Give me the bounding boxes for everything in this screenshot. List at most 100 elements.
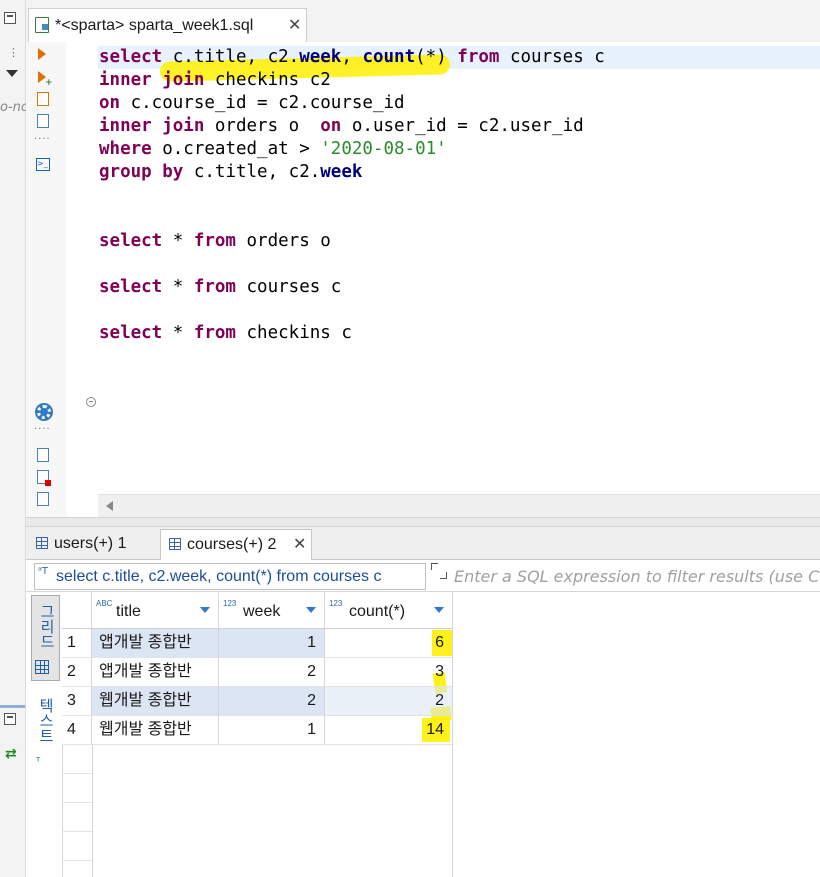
code-token: on xyxy=(320,116,342,136)
code-line[interactable]: inner join orders o on o.user_id = c2.us… xyxy=(99,115,584,138)
code-token: inner join xyxy=(99,70,205,90)
editor-results-splitter[interactable] xyxy=(26,517,820,527)
code-line[interactable]: group by c.title, c2.week xyxy=(99,161,362,184)
grid-line xyxy=(62,831,92,832)
execute-script-icon[interactable] xyxy=(37,92,49,106)
filter-expression-input[interactable] xyxy=(454,563,820,590)
sort-filter-icon[interactable] xyxy=(306,607,316,613)
grid-line xyxy=(92,745,93,877)
code-line[interactable]: select * from courses c xyxy=(99,276,341,299)
code-token: group by xyxy=(99,162,184,182)
cell-title[interactable]: 웹개발 종합반 xyxy=(92,716,219,745)
tab-courses-results[interactable]: courses(+) 2 ✕ xyxy=(160,529,312,560)
cell-title[interactable]: 앱개발 종합반 xyxy=(92,658,219,687)
cell-week[interactable]: 1 xyxy=(219,629,325,658)
sql-file-icon xyxy=(35,17,49,33)
column-header-title[interactable]: ABC title xyxy=(92,592,219,629)
text-view-icon: ᵀ xyxy=(36,755,41,768)
grid-line xyxy=(452,592,453,877)
grid-line xyxy=(62,860,92,861)
cell-week[interactable]: 2 xyxy=(219,658,325,687)
code-token: courses c xyxy=(499,47,605,67)
code-token: select xyxy=(99,47,173,67)
row-number[interactable]: 2 xyxy=(62,658,92,687)
code-token: checkins c2 xyxy=(204,70,331,90)
code-line[interactable]: select c.title, c2.week, count(*) from c… xyxy=(99,46,605,69)
clipped-left-text: o-nc xyxy=(0,100,29,115)
column-name: title xyxy=(116,603,141,620)
column-header-count[interactable]: 123 count(*) xyxy=(325,592,453,629)
code-line[interactable]: on c.course_id = c2.course_id xyxy=(99,92,405,115)
code-line[interactable]: select * from orders o xyxy=(99,230,331,253)
terminal-icon[interactable]: >_ xyxy=(36,158,50,171)
import-icon[interactable] xyxy=(37,470,51,486)
execute-statement-new-tab-icon[interactable]: + xyxy=(37,70,53,88)
code-token: select xyxy=(99,231,163,251)
cell-title[interactable]: 앱개발 종합반 xyxy=(92,629,219,658)
panel-menu-dots-icon[interactable]: ⋮ xyxy=(8,46,19,59)
scroll-left-icon[interactable] xyxy=(106,501,113,511)
cell-count[interactable]: 2 xyxy=(325,687,453,716)
cell-count[interactable]: 14 xyxy=(325,716,453,745)
row-number[interactable]: 1 xyxy=(62,629,92,658)
execute-statement-icon[interactable] xyxy=(38,48,46,60)
editor-tab-sparta-week1[interactable]: *<sparta> sparta_week1.sql ✕ xyxy=(28,8,307,42)
table-grid-icon xyxy=(169,538,181,550)
grid-view-icon xyxy=(35,660,49,674)
code-token: inner join xyxy=(99,116,205,136)
format-sql-icon[interactable] xyxy=(37,492,49,506)
sync-arrows-icon[interactable]: ⇄ xyxy=(5,746,17,762)
column-header-week[interactable]: 123 week xyxy=(219,592,325,629)
fold-collapse-icon[interactable] xyxy=(86,397,96,407)
restore-panel-icon-lower[interactable] xyxy=(4,713,16,725)
code-token: select xyxy=(99,277,163,297)
code-token: c.title, c2. xyxy=(183,162,321,182)
code-line[interactable]: inner join checkins c2 xyxy=(99,69,331,92)
active-query-text: select c.title, c2.week, count(*) from c… xyxy=(56,568,382,585)
text-view-label: 텍스트 xyxy=(37,698,55,743)
grid-line xyxy=(62,802,92,803)
cell-week[interactable]: 1 xyxy=(219,716,325,745)
tab-label: users(+) 1 xyxy=(54,535,127,552)
code-token: from xyxy=(193,231,236,251)
export-icon[interactable] xyxy=(37,448,49,462)
gear-icon[interactable] xyxy=(37,405,51,419)
close-tab-icon[interactable]: ✕ xyxy=(288,15,301,34)
code-token: c.course_id = c2.course_id xyxy=(120,93,405,113)
grid-view-label: 그리드 xyxy=(38,604,56,649)
cell-title[interactable]: 웹개발 종합반 xyxy=(92,687,219,716)
editor-horizontal-scrollbar[interactable] xyxy=(98,494,820,518)
chevron-down-icon[interactable] xyxy=(6,70,18,77)
code-token: select xyxy=(99,323,163,343)
grid-line xyxy=(62,773,92,774)
row-number-header[interactable] xyxy=(62,592,92,629)
cell-week[interactable]: 2 xyxy=(219,687,325,716)
tab-users-results[interactable]: users(+) 1 xyxy=(28,529,158,560)
cell-count[interactable]: 6 xyxy=(325,629,453,658)
code-line[interactable]: where o.created_at > '2020-08-01' xyxy=(99,138,447,161)
sort-filter-icon[interactable] xyxy=(434,607,444,613)
column-name: week xyxy=(243,603,281,620)
code-token: from xyxy=(457,47,500,67)
code-token: o.user_id = c2.user_id xyxy=(341,116,584,136)
row-number[interactable]: 3 xyxy=(62,687,92,716)
row-number[interactable]: 4 xyxy=(62,716,92,745)
code-token: * xyxy=(162,231,194,251)
restore-panel-icon[interactable] xyxy=(4,12,16,24)
sort-filter-icon[interactable] xyxy=(200,607,210,613)
code-token: * xyxy=(162,277,194,297)
cell-count[interactable]: 3 xyxy=(325,658,453,687)
code-token: , xyxy=(341,47,363,67)
code-token: orders o xyxy=(204,116,321,136)
close-tab-icon[interactable]: ✕ xyxy=(293,534,306,554)
code-line[interactable]: select * from checkins c xyxy=(99,322,352,345)
expand-icon[interactable] xyxy=(431,563,447,579)
code-token: from xyxy=(193,323,236,343)
table-grid-icon xyxy=(36,537,48,549)
code-token: courses c xyxy=(235,277,342,297)
folding-gutter xyxy=(66,42,98,517)
explain-plan-icon[interactable] xyxy=(37,114,49,128)
code-token: count xyxy=(362,47,416,67)
code-token: from xyxy=(193,277,236,297)
code-token: checkins c xyxy=(235,323,352,343)
